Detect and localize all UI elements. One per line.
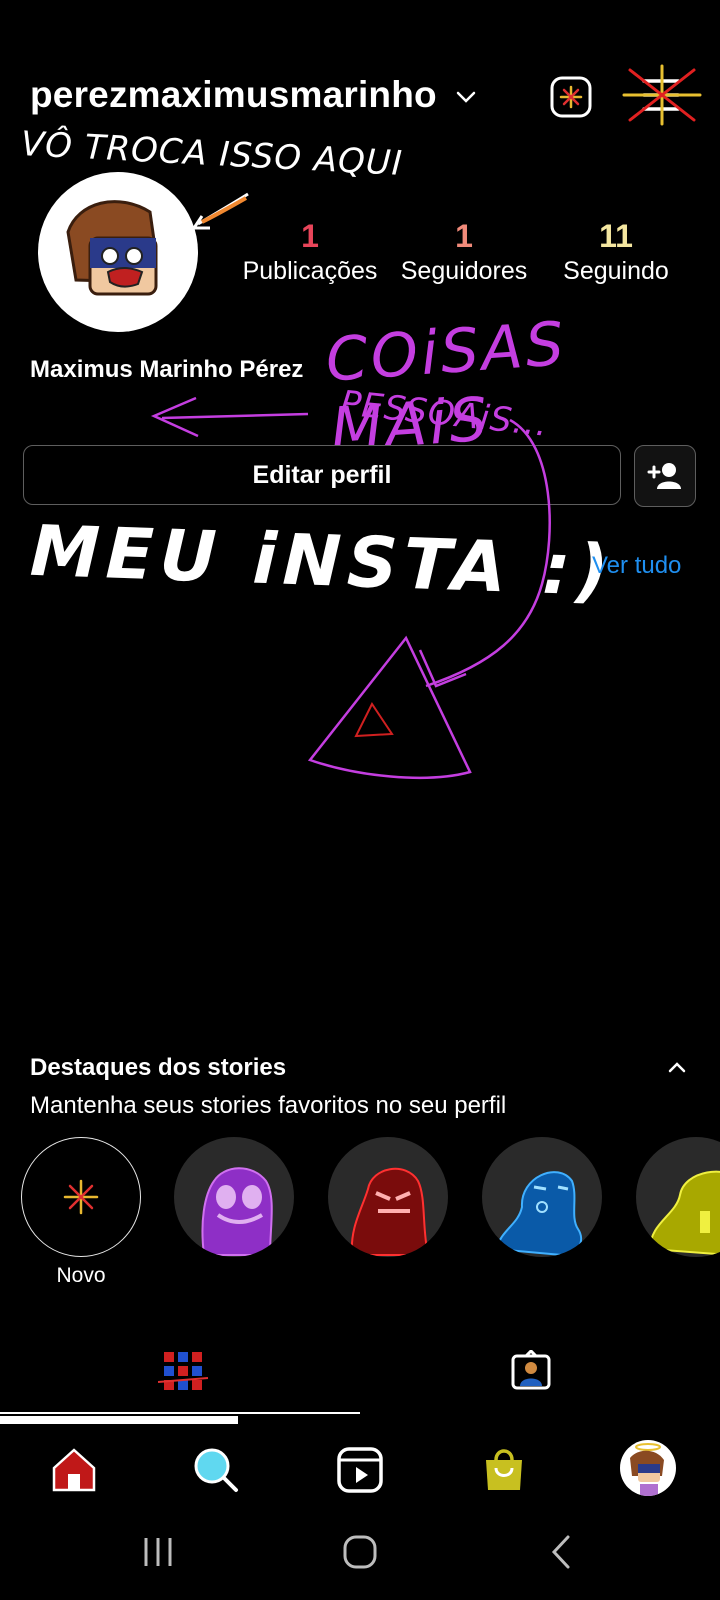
chevron-up-icon[interactable] <box>664 1056 690 1078</box>
yellow-character-icon <box>648 1170 720 1256</box>
stat-value: 1 <box>455 218 473 254</box>
recent-apps-icon[interactable] <box>140 1532 180 1572</box>
tab-posts-grid[interactable] <box>0 1340 360 1410</box>
red-character-icon <box>350 1167 430 1256</box>
home-icon <box>52 1448 96 1492</box>
shopping-bag-icon <box>486 1449 522 1490</box>
nav-profile[interactable] <box>620 1440 676 1496</box>
triangle-doodle <box>307 418 551 779</box>
scroll-progress-bar <box>0 1416 238 1424</box>
discover-people-button[interactable] <box>634 445 696 507</box>
stat-value: 1 <box>301 218 319 254</box>
arrow-doodle-left <box>150 396 309 438</box>
see-all-link[interactable]: Ver tudo <box>592 552 681 580</box>
reels-icon <box>337 1447 383 1493</box>
profile-avatar-icon <box>630 1443 664 1496</box>
purple-character-icon <box>201 1167 273 1256</box>
highlights-subtitle: Mantenha seus stories favoritos no seu p… <box>30 1092 507 1119</box>
search-icon <box>194 1448 238 1492</box>
new-highlight-label: Novo <box>56 1264 106 1287</box>
profile-avatar[interactable] <box>38 172 198 332</box>
profile-full-name: Maximus Marinho Pérez <box>30 356 304 383</box>
highlight-item[interactable] <box>482 1137 602 1257</box>
highlights-title: Destaques dos stories <box>30 1054 287 1081</box>
stat-label: Publicações <box>242 257 378 285</box>
stat-value: 11 <box>599 218 633 254</box>
nav-home[interactable] <box>48 1444 100 1496</box>
new-post-icon[interactable] <box>550 76 592 118</box>
highlight-item[interactable] <box>328 1137 448 1257</box>
chevron-down-icon[interactable] <box>455 86 477 108</box>
menu-icon[interactable] <box>620 64 704 126</box>
username-title[interactable]: perezmaximusmarinho <box>30 74 437 116</box>
stat-seguindo[interactable]: 11 Seguindo <box>536 218 696 286</box>
annotation-troca: VÔ TROCA ISSO AQUI <box>19 124 404 184</box>
blue-character-icon <box>494 1171 583 1257</box>
avatar-drawing <box>66 200 158 296</box>
nav-shop[interactable] <box>478 1444 530 1496</box>
highlight-item[interactable] <box>636 1137 720 1257</box>
stat-label: Seguindo <box>563 257 669 285</box>
nav-search[interactable] <box>190 1444 242 1496</box>
home-button-icon[interactable] <box>340 1532 380 1572</box>
back-icon[interactable] <box>542 1532 582 1572</box>
tagged-person-icon <box>511 1350 551 1390</box>
tab-tagged[interactable] <box>360 1340 720 1410</box>
highlight-item[interactable] <box>174 1137 294 1257</box>
grid-icon <box>158 1352 208 1390</box>
stat-label: Seguidores <box>400 257 528 285</box>
stat-seguidores[interactable]: 1 Seguidores <box>384 218 544 286</box>
plus-icon <box>63 1179 99 1215</box>
stat-publicacoes[interactable]: 1 Publicações <box>230 218 390 286</box>
nav-reels[interactable] <box>334 1444 386 1496</box>
tab-indicator <box>0 1412 360 1414</box>
add-person-icon <box>647 463 681 489</box>
new-highlight-button[interactable] <box>21 1137 141 1257</box>
